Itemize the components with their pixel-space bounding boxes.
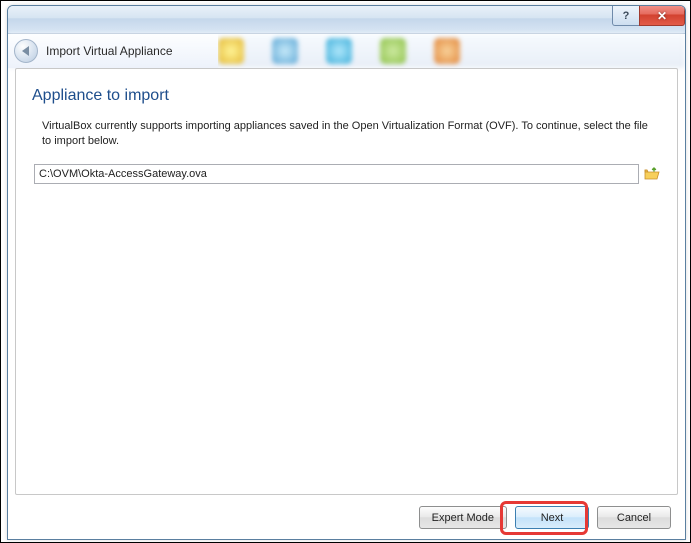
- close-icon: ✕: [657, 9, 667, 23]
- arrow-left-icon: [22, 46, 29, 56]
- wizard-button-bar: Expert Mode Next Cancel: [419, 506, 671, 529]
- next-button[interactable]: Next: [515, 506, 589, 529]
- back-button[interactable]: [14, 39, 38, 63]
- page-heading: Appliance to import: [32, 87, 661, 105]
- blurred-icon: [272, 38, 298, 64]
- help-icon: ?: [623, 10, 630, 22]
- screenshot-container: ? ✕ Import Virtual Appliance Appliance t…: [0, 0, 691, 543]
- window-titlebar: ? ✕: [8, 6, 685, 34]
- blurred-icon: [434, 38, 460, 64]
- blurred-icon: [380, 38, 406, 64]
- expert-mode-button[interactable]: Expert Mode: [419, 506, 507, 529]
- wizard-window: ? ✕ Import Virtual Appliance Appliance t…: [7, 5, 686, 540]
- folder-open-icon: [644, 166, 660, 182]
- close-button[interactable]: ✕: [639, 6, 685, 26]
- cancel-button[interactable]: Cancel: [597, 506, 671, 529]
- window-controls: ? ✕: [613, 6, 685, 26]
- wizard-header-band: Import Virtual Appliance: [8, 34, 218, 68]
- browse-file-button[interactable]: [643, 165, 661, 183]
- file-selection-row: [32, 164, 661, 184]
- page-description: VirtualBox currently supports importing …: [32, 119, 661, 150]
- help-button[interactable]: ?: [612, 6, 640, 26]
- blurred-icon: [218, 38, 244, 64]
- file-path-input[interactable]: [34, 164, 639, 184]
- blurred-icon: [326, 38, 352, 64]
- wizard-content-panel: Appliance to import VirtualBox currently…: [15, 68, 678, 495]
- wizard-title: Import Virtual Appliance: [46, 44, 173, 58]
